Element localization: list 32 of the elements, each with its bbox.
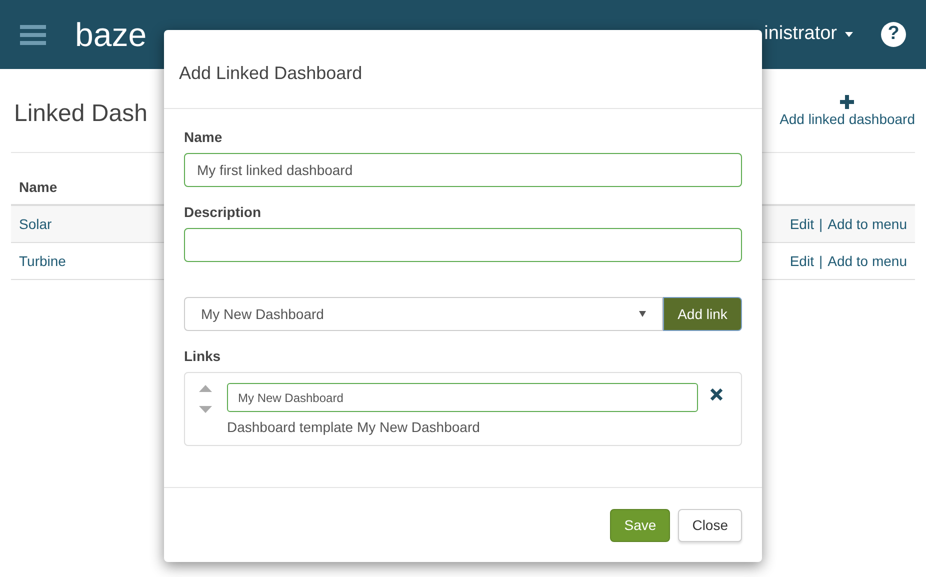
- move-down-icon[interactable]: [199, 406, 212, 413]
- field-label: Links: [184, 347, 222, 366]
- logo[interactable]: baze: [75, 18, 147, 51]
- help-icon[interactable]: ?: [881, 22, 906, 47]
- link-description: Dashboard template My New Dashboard: [227, 418, 481, 437]
- modal-title: Add Linked Dashboard: [179, 62, 362, 84]
- link-name-field[interactable]: My New Dashboard: [227, 383, 698, 412]
- menu-icon[interactable]: [20, 24, 46, 44]
- separator: |: [818, 214, 823, 234]
- column-header: Name: [19, 178, 58, 197]
- plus-icon: [840, 95, 854, 109]
- field-label: Name: [184, 128, 224, 147]
- dashboard-link[interactable]: Solar: [19, 214, 52, 234]
- add-link-button[interactable]: Add link: [663, 297, 742, 331]
- action-link[interactable]: Edit: [790, 250, 814, 272]
- caret-icon: [639, 311, 646, 317]
- close-icon[interactable]: [710, 388, 723, 401]
- separator: |: [818, 252, 823, 271]
- dashboard-select[interactable]: My New Dashboard: [184, 297, 663, 331]
- description-field[interactable]: [184, 228, 742, 262]
- action-link[interactable]: Edit: [790, 214, 814, 234]
- add-linked-dashboard-link[interactable]: Add linked dashboard: [780, 95, 915, 130]
- move-up-icon[interactable]: [199, 385, 212, 392]
- caret-icon: [845, 32, 853, 37]
- name-field[interactable]: My first linked dashboard: [184, 153, 742, 187]
- close-button[interactable]: Close: [678, 508, 742, 542]
- action-link[interactable]: Add to menu: [828, 214, 907, 234]
- action-link[interactable]: Add to menu: [828, 250, 907, 272]
- user-menu[interactable]: inistrator: [764, 20, 853, 49]
- dashboard-link[interactable]: Turbine: [19, 250, 66, 272]
- field-label: Description: [184, 203, 262, 222]
- page-title: Linked Dash: [14, 99, 148, 129]
